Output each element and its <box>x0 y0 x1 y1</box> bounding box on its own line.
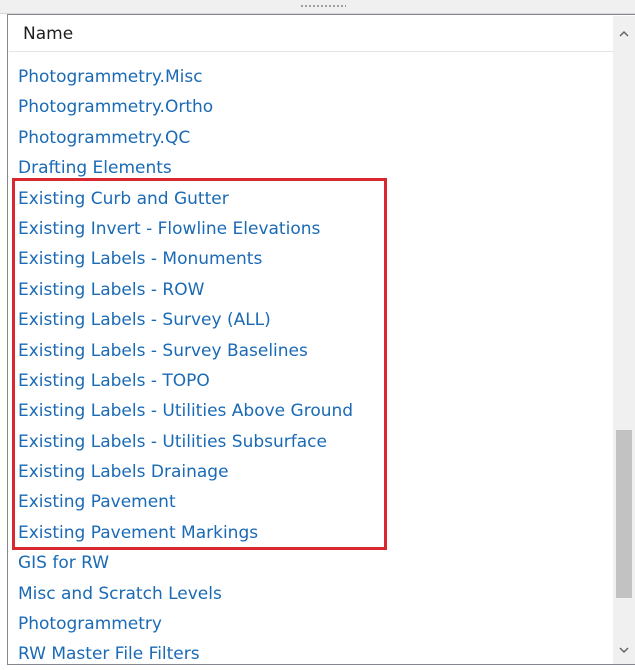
column-header-label: Name <box>23 24 74 44</box>
column-header-name[interactable]: Name <box>9 16 613 52</box>
name-list-panel: Name Photogrammetry.Misc Photogrammetry.… <box>7 14 635 665</box>
vertical-scrollbar[interactable] <box>613 16 635 664</box>
chevron-up-icon[interactable] <box>613 22 635 44</box>
item-list: Photogrammetry.Misc Photogrammetry.Ortho… <box>18 62 608 670</box>
splitter-grip-icon <box>300 4 346 8</box>
list-item[interactable]: Photogrammetry.QC <box>18 123 608 153</box>
list-item[interactable]: Existing Labels - Utilities Subsurface <box>18 427 608 457</box>
list-item[interactable]: Existing Labels - ROW <box>18 275 608 305</box>
list-item[interactable]: Photogrammetry <box>18 609 608 639</box>
panel-splitter[interactable] <box>0 0 635 14</box>
list-item[interactable]: Drafting Elements <box>18 153 608 183</box>
chevron-down-icon[interactable] <box>613 638 635 660</box>
list-item[interactable]: RW Master File Filters <box>18 639 608 669</box>
list-item[interactable]: GIS for RW <box>18 548 608 578</box>
list-item[interactable]: Existing Labels - Utilities Above Ground <box>18 396 608 426</box>
list-item[interactable]: Existing Labels - Survey Baselines <box>18 336 608 366</box>
list-item[interactable]: Existing Pavement Markings <box>18 518 608 548</box>
list-item[interactable]: Existing Labels - TOPO <box>18 366 608 396</box>
list-item[interactable]: Existing Labels - Monuments <box>18 244 608 274</box>
list-item[interactable]: Existing Labels Drainage <box>18 457 608 487</box>
scrollbar-thumb[interactable] <box>616 430 632 598</box>
list-item[interactable]: Existing Pavement <box>18 487 608 517</box>
list-item[interactable]: Existing Invert - Flowline Elevations <box>18 214 608 244</box>
list-item[interactable]: Existing Labels - Survey (ALL) <box>18 305 608 335</box>
list-item[interactable]: Photogrammetry.Misc <box>18 62 608 92</box>
list-item[interactable]: Photogrammetry.Ortho <box>18 92 608 122</box>
list-item[interactable]: Existing Curb and Gutter <box>18 184 608 214</box>
list-item[interactable]: Misc and Scratch Levels <box>18 579 608 609</box>
